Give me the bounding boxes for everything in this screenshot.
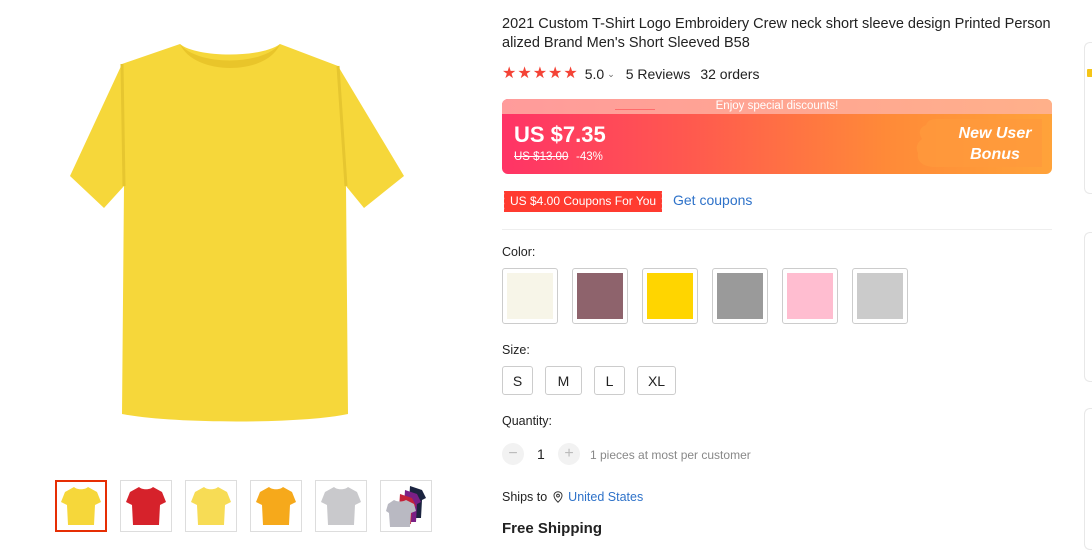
size-label: Size: bbox=[502, 343, 530, 357]
thumbnail-grey[interactable] bbox=[315, 480, 367, 532]
chevron-down-icon[interactable]: ⌄ bbox=[607, 69, 615, 80]
size-option-xl[interactable]: XL bbox=[637, 366, 676, 395]
side-panel-icon bbox=[1087, 69, 1092, 77]
new-user-bonus[interactable]: New User Bonus bbox=[940, 123, 1050, 165]
quantity-label: Quantity: bbox=[502, 414, 553, 428]
quantity-decrease-button[interactable]: − bbox=[502, 443, 524, 465]
color-swatch-mauve[interactable] bbox=[572, 268, 628, 324]
size-option-m[interactable]: M bbox=[545, 366, 582, 395]
thumbnail-orange[interactable] bbox=[250, 480, 302, 532]
ships-to-label: Ships to bbox=[502, 490, 548, 504]
color-swatch-light-grey[interactable] bbox=[852, 268, 908, 324]
thumbnail-multicolor[interactable] bbox=[380, 480, 432, 532]
orders-count: 32 orders bbox=[700, 66, 760, 82]
banner-divider bbox=[615, 109, 655, 110]
tshirt-shape bbox=[70, 44, 404, 422]
banner-promo-text: Enjoy special discounts! bbox=[502, 99, 1052, 114]
coupon-badge[interactable]: US $4.00 Coupons For You bbox=[501, 191, 663, 212]
thumbnail-yellow[interactable] bbox=[55, 480, 107, 532]
color-swatch-cream[interactable] bbox=[502, 268, 558, 324]
star-icon: ★ bbox=[532, 65, 548, 82]
ship-country-link[interactable]: United States bbox=[568, 490, 643, 504]
color-label: Color: bbox=[502, 245, 536, 259]
size-option-l[interactable]: L bbox=[594, 366, 625, 395]
color-swatch-pink[interactable] bbox=[782, 268, 838, 324]
color-swatch-yellow[interactable] bbox=[642, 268, 698, 324]
size-option-s[interactable]: S bbox=[502, 366, 533, 395]
location-pin-icon bbox=[553, 491, 563, 503]
product-title: 2021 Custom T-Shirt Logo Embroidery Crew… bbox=[502, 16, 1051, 51]
free-shipping-label: Free Shipping bbox=[502, 520, 603, 537]
thumbnail-light-yellow[interactable] bbox=[185, 480, 237, 532]
bonus-line-2: Bonus bbox=[970, 146, 1020, 163]
side-panel-card bbox=[1084, 42, 1092, 194]
thumbnail-red[interactable] bbox=[120, 480, 172, 532]
color-swatch-grey[interactable] bbox=[712, 268, 768, 324]
reviews-link[interactable]: 5 Reviews bbox=[626, 66, 691, 82]
section-divider bbox=[502, 229, 1052, 230]
rating-value[interactable]: 5.0 bbox=[585, 66, 604, 82]
star-icon: ★ bbox=[502, 65, 517, 82]
star-icon: ★ bbox=[517, 65, 532, 82]
star-icon: ★ bbox=[563, 65, 578, 82]
ships-to-row: Ships to United States bbox=[502, 490, 643, 504]
get-coupons-link[interactable]: Get coupons bbox=[673, 192, 752, 208]
price-banner: Enjoy special discounts! US $7.35 US $13… bbox=[502, 99, 1052, 174]
quantity-increase-button[interactable]: + bbox=[558, 443, 580, 465]
original-price: US $13.00 bbox=[514, 151, 569, 163]
bonus-line-1: New User bbox=[958, 125, 1032, 142]
discount-percent: -43% bbox=[576, 151, 603, 163]
current-price: US $7.35 bbox=[514, 122, 606, 147]
quantity-value[interactable]: 1 bbox=[537, 446, 545, 462]
rating-row: ★ ★ ★ ★ ★ 5.0 ⌄ 5 Reviews 32 orders bbox=[502, 64, 759, 84]
star-icon: ★ bbox=[548, 65, 563, 82]
main-product-image bbox=[62, 36, 412, 428]
side-panel-card bbox=[1084, 408, 1092, 550]
side-panel-card bbox=[1084, 232, 1092, 382]
quantity-limit-note: 1 pieces at most per customer bbox=[590, 448, 751, 462]
